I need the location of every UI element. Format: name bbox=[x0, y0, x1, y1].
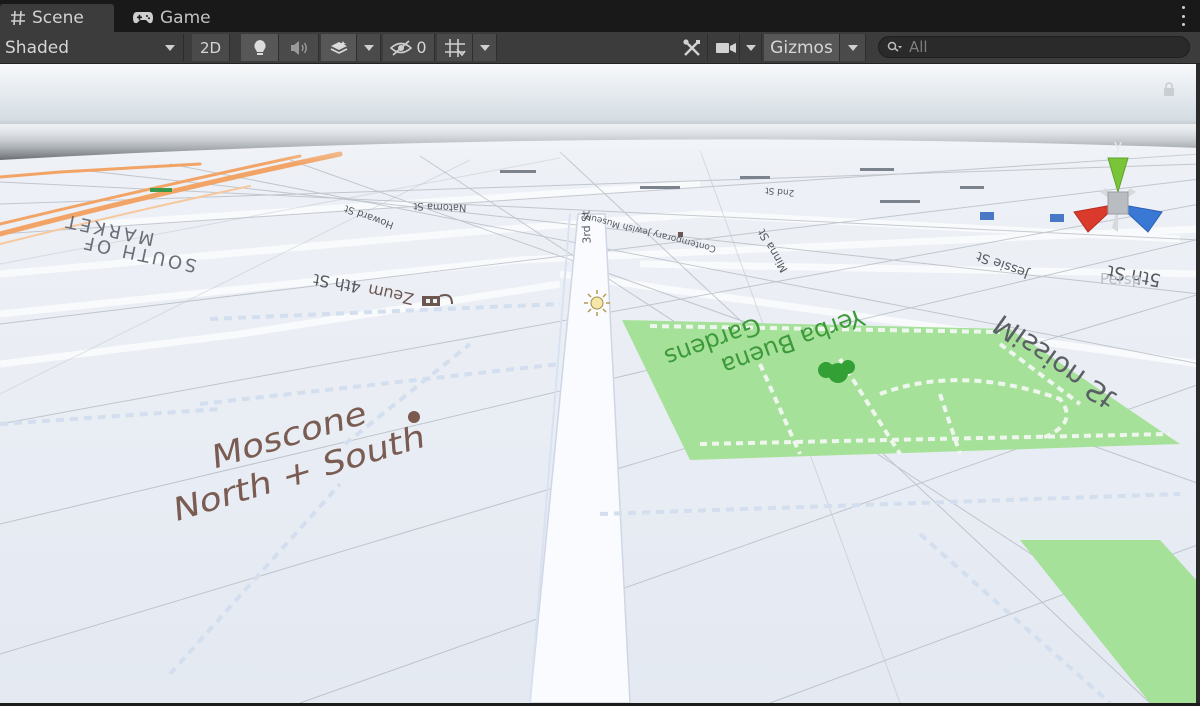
tab-game[interactable]: Game bbox=[122, 4, 232, 32]
tab-game-label: Game bbox=[160, 8, 211, 28]
chevron-down-icon bbox=[363, 44, 374, 51]
orientation-gizmo[interactable]: y bbox=[1066, 134, 1176, 254]
chevron-down-icon bbox=[847, 44, 858, 51]
lock-icon[interactable] bbox=[1162, 82, 1176, 96]
hidden-objects-count: 0 bbox=[416, 38, 427, 57]
chevron-down-icon bbox=[479, 44, 490, 51]
viewport-right-border bbox=[1196, 64, 1200, 703]
speaker-icon bbox=[290, 40, 307, 55]
draw-mode-dropdown[interactable]: Shaded bbox=[0, 34, 184, 61]
scene-tab-bar: Scene Game bbox=[0, 0, 1200, 33]
search-input[interactable] bbox=[909, 38, 1179, 56]
toggle-2d-button[interactable]: 2D bbox=[192, 34, 230, 61]
layers-icon bbox=[330, 40, 347, 54]
gizmos-label: Gizmos bbox=[770, 37, 833, 58]
chevron-down-icon bbox=[165, 44, 175, 51]
lightbulb-icon bbox=[253, 39, 266, 55]
tab-scene-label: Scene bbox=[32, 8, 84, 28]
hierarchy-search[interactable] bbox=[878, 36, 1190, 58]
gizmos-dropdown[interactable] bbox=[840, 34, 866, 61]
hidden-objects-button[interactable]: 0 bbox=[383, 34, 435, 61]
tools-button[interactable] bbox=[676, 34, 708, 61]
draw-mode-label: Shaded bbox=[5, 37, 70, 58]
grid-dropdown[interactable] bbox=[473, 34, 497, 61]
gizmo-y-cone bbox=[1107, 157, 1129, 194]
audio-toggle-button[interactable] bbox=[279, 34, 319, 61]
effects-dropdown[interactable] bbox=[357, 34, 381, 61]
projection-label[interactable]: Persp bbox=[1100, 270, 1141, 288]
label-natoma-st: Natoma St bbox=[413, 200, 466, 213]
more-options-icon[interactable] bbox=[1180, 6, 1186, 26]
gizmo-center-cube bbox=[1107, 191, 1129, 215]
hash-icon bbox=[11, 10, 25, 26]
gizmos-button[interactable]: Gizmos bbox=[764, 34, 840, 61]
tab-scene[interactable]: Scene bbox=[0, 4, 114, 32]
gamepad-icon bbox=[133, 12, 153, 24]
toggle-2d-label: 2D bbox=[199, 38, 222, 57]
camera-button[interactable] bbox=[712, 34, 740, 61]
lighting-toggle-button[interactable] bbox=[241, 34, 279, 61]
chevron-down-icon bbox=[745, 44, 756, 51]
gizmo-axis-y-label: y bbox=[1114, 138, 1122, 154]
camera-icon bbox=[715, 42, 736, 53]
map-render[interactable]: Moscone North + South Yerba Buena Garden… bbox=[0, 64, 1200, 703]
grid-toggle-button[interactable] bbox=[437, 34, 473, 61]
grid-snap-icon bbox=[444, 38, 466, 57]
wrench-screwdriver-icon bbox=[682, 38, 700, 56]
search-icon bbox=[887, 41, 902, 52]
camera-dropdown[interactable] bbox=[740, 34, 762, 61]
effects-toggle-button[interactable] bbox=[321, 34, 357, 61]
eye-hidden-icon bbox=[390, 39, 413, 56]
scene-viewport[interactable]: Moscone North + South Yerba Buena Garden… bbox=[0, 64, 1200, 703]
